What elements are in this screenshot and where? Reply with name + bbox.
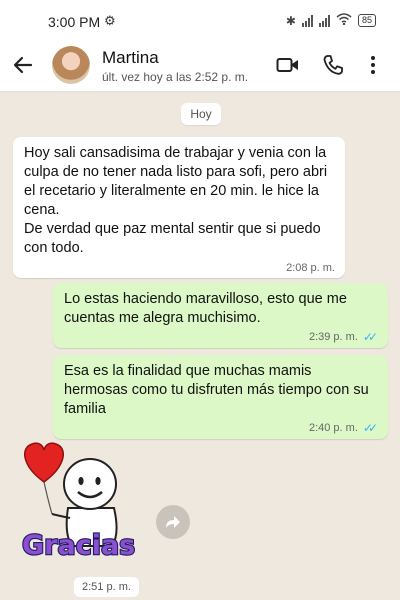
back-arrow-icon[interactable] xyxy=(12,54,34,82)
video-call-icon[interactable] xyxy=(276,54,300,81)
message-meta: 2:40 p. m. ✓✓ xyxy=(309,421,378,435)
status-icons: ✱ 85 xyxy=(286,13,376,28)
message-meta: 2:08 p. m. xyxy=(286,262,335,274)
chat-header: Martina últ. vez hoy a las 2:52 p. m. xyxy=(0,42,400,92)
wifi-icon xyxy=(336,13,352,28)
message-time: 2:51 p. m. xyxy=(74,577,139,597)
date-separator: Hoy xyxy=(181,103,221,125)
incoming-message[interactable]: Hoy sali cansadisima de trabajar y venia… xyxy=(13,137,345,278)
signal-icon xyxy=(301,14,313,27)
message-text: Hoy sali cansadisima de trabajar y venia… xyxy=(24,145,328,256)
gracias-sticker[interactable]: Gracias xyxy=(18,438,144,568)
chat-area[interactable]: Hoy Hoy sali cansadisima de trabajar y v… xyxy=(0,93,400,600)
bluetooth-icon: ✱ xyxy=(285,13,296,28)
battery-icon: 85 xyxy=(357,14,376,27)
message-text: Esa es la finalidad que muchas mamis her… xyxy=(64,363,369,417)
forward-icon[interactable] xyxy=(156,505,190,539)
message-time: 2:40 p. m. xyxy=(308,422,358,434)
status-bar: 3:00 PM ⚙ ✱ 85 xyxy=(0,0,400,42)
message-meta: 2:39 p. m. ✓✓ xyxy=(309,330,378,344)
phone-call-icon[interactable] xyxy=(322,54,344,81)
signal-icon xyxy=(318,14,330,27)
sticker-artwork: Gracias xyxy=(21,442,136,562)
outgoing-message[interactable]: Esa es la finalidad que muchas mamis her… xyxy=(53,355,388,439)
status-time: 3:00 PM xyxy=(48,14,101,30)
contact-name[interactable]: Martina xyxy=(102,48,159,68)
heart-balloon-icon xyxy=(23,442,65,483)
message-text: Lo estas haciendo maravilloso, esto que … xyxy=(64,291,347,326)
settings-gear-icon: ⚙ xyxy=(104,13,116,28)
avatar[interactable] xyxy=(52,46,90,84)
read-receipt-icon: ✓✓ xyxy=(362,421,378,435)
last-seen-status: últ. vez hoy a las 2:52 p. m. xyxy=(102,70,249,84)
outgoing-message[interactable]: Lo estas haciendo maravilloso, esto que … xyxy=(53,283,388,348)
message-time: 2:39 p. m. xyxy=(308,331,358,343)
read-receipt-icon: ✓✓ xyxy=(362,330,378,344)
more-options-icon[interactable] xyxy=(370,54,376,81)
message-time: 2:08 p. m. xyxy=(286,262,335,274)
sticker-text: Gracias xyxy=(22,530,135,561)
